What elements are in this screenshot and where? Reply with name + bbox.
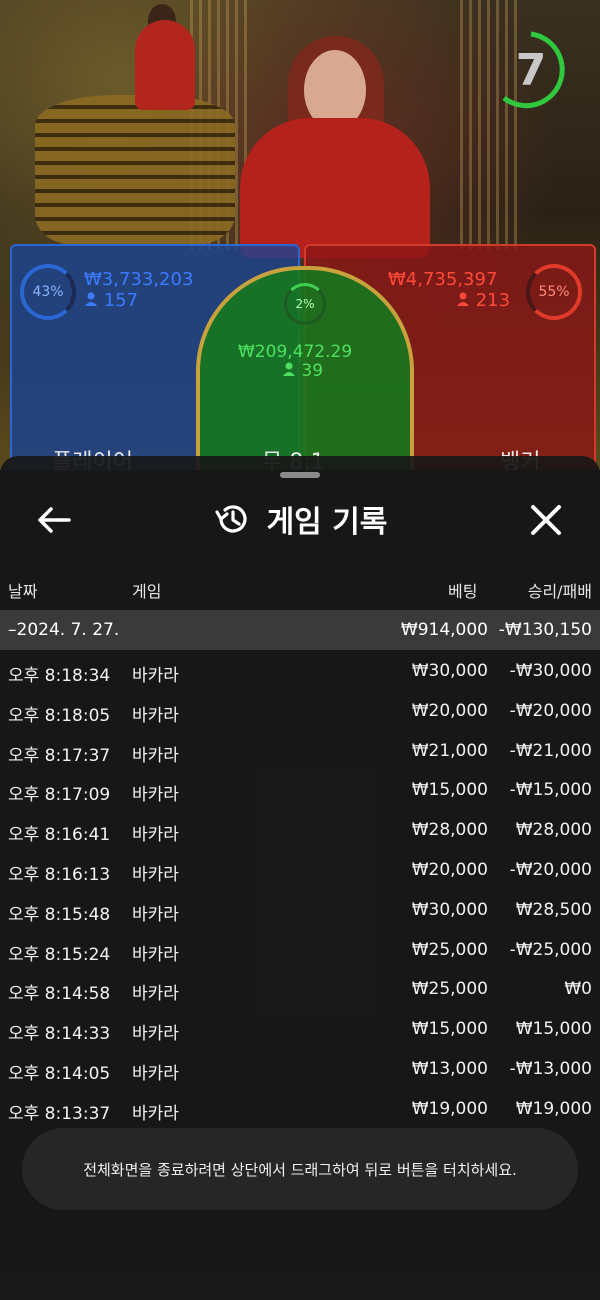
row-result: -₩13,000 [509,1058,592,1079]
tie-percent: 2% [284,283,326,325]
row-time: 오후 8:15:48 [8,904,111,925]
row-bet: ₩25,000 [411,979,488,1000]
banker-count: 213 [456,290,510,311]
column-header-result[interactable]: 승리/패배 [528,578,592,602]
row-time: 오후 8:13:37 [8,1103,111,1124]
banker-count-value: 213 [475,290,511,311]
row-result: -₩30,000 [509,661,592,681]
row-time: 오후 8:15:24 [8,944,111,965]
history-row[interactable]: 오후 8:14:33 바카라 ₩15,000 ₩15,000 [0,1010,600,1050]
row-time: 오후 8:17:09 [8,785,111,806]
row-bet: ₩13,000 [411,1058,488,1079]
player-amount: ₩3,733,203 [84,269,194,290]
row-bet: ₩28,000 [411,820,488,841]
column-header-bet[interactable]: 베팅 [448,578,477,602]
history-row[interactable]: 오후 8:16:41 바카라 ₩28,000 ₩28,000 [0,811,600,851]
countdown-timer: 7 [494,28,568,112]
row-time: 오후 8:18:34 [8,666,111,686]
column-header-date[interactable]: 날짜 [8,578,37,602]
row-bet: ₩19,000 [411,1098,488,1119]
history-row[interactable]: 오후 8:17:37 바카라 ₩21,000 -₩21,000 [0,732,600,772]
row-game: 바카라 [132,864,179,885]
row-game: 바카라 [132,1063,179,1084]
date-group-row[interactable]: –2024. 7. 27. ₩914,000 -₩130,150 [0,610,600,650]
row-time: 오후 8:16:41 [8,825,111,846]
row-result: -₩20,000 [509,700,592,721]
row-bet: ₩25,000 [411,939,488,960]
history-row[interactable]: 오후 8:15:48 바카라 ₩30,000 ₩28,500 [0,891,600,931]
history-list: 오후 8:18:34 바카라 ₩30,000 -₩30,000 오후 8:18:… [0,652,600,1130]
row-bet: ₩20,000 [411,859,488,880]
history-row[interactable]: 오후 8:17:09 바카라 ₩15,000 -₩15,000 [0,771,600,811]
group-total-result: -₩130,150 [498,620,592,640]
row-result: ₩0 [564,979,592,1000]
user-icon [85,292,97,306]
row-bet: ₩15,000 [411,780,488,801]
row-time: 오후 8:16:13 [8,864,111,885]
player-count: 157 [84,290,138,311]
history-row[interactable]: 오후 8:15:24 바카라 ₩25,000 -₩25,000 [0,931,600,971]
drag-handle[interactable] [280,472,320,478]
player-count-value: 157 [103,290,139,311]
row-game: 바카라 [132,745,179,766]
row-time: 오후 8:14:05 [8,1063,111,1084]
toast-message: 전체화면을 종료하려면 상단에서 드래그하여 뒤로 버튼을 터치하세요. [83,1160,517,1179]
row-result: ₩15,000 [515,1019,592,1040]
row-game: 바카라 [132,825,179,846]
history-row[interactable]: 오후 8:16:13 바카라 ₩20,000 -₩20,000 [0,851,600,891]
row-result: -₩21,000 [509,740,592,761]
row-result: -₩15,000 [509,780,592,801]
fullscreen-toast: 전체화면을 종료하려면 상단에서 드래그하여 뒤로 버튼을 터치하세요. [22,1128,578,1210]
banker-percent: 55% [526,264,582,320]
row-result: -₩25,000 [509,939,592,960]
row-bet: ₩30,000 [411,899,488,920]
row-game: 바카라 [132,904,179,925]
row-time: 오후 8:14:58 [8,984,111,1005]
banker-amount: ₩4,735,397 [388,269,498,290]
user-icon [283,362,295,376]
row-result: -₩20,000 [509,859,592,880]
history-row[interactable]: 오후 8:18:34 바카라 ₩30,000 -₩30,000 [0,652,600,692]
close-button[interactable] [524,498,568,542]
row-game: 바카라 [132,705,179,726]
row-result: ₩28,000 [515,820,592,841]
row-time: 오후 8:14:33 [8,1024,111,1045]
row-game: 바카라 [132,1103,179,1124]
row-game: 바카라 [132,944,179,965]
row-game: 바카라 [132,1024,179,1045]
background-table [35,95,235,245]
row-result: ₩19,000 [515,1098,592,1119]
tie-amount: ₩209,472.29 [238,342,353,362]
row-result: ₩28,500 [515,899,592,920]
row-game: 바카라 [132,785,179,806]
column-header-game[interactable]: 게임 [132,578,161,602]
sheet-title: 게임 기록 [266,505,388,540]
timer-value: 7 [515,44,547,96]
row-bet: ₩21,000 [411,740,488,761]
tie-count-value: 39 [301,361,324,381]
sheet-header: 게임 기록 [0,494,600,544]
history-icon [214,505,247,533]
dealer [240,118,430,258]
group-date: –2024. 7. 27. [8,620,120,640]
close-icon [531,505,561,535]
player-percent: 43% [20,264,76,320]
row-bet: ₩20,000 [411,700,488,721]
row-bet: ₩15,000 [411,1019,488,1040]
row-bet: ₩30,000 [411,661,488,681]
history-row[interactable]: 오후 8:14:05 바카라 ₩13,000 -₩13,000 [0,1050,600,1090]
user-icon [457,292,469,306]
group-total-bet: ₩914,000 [400,620,488,640]
row-time: 오후 8:17:37 [8,745,111,766]
history-row[interactable]: 오후 8:18:05 바카라 ₩20,000 -₩20,000 [0,692,600,732]
row-game: 바카라 [132,666,179,686]
row-time: 오후 8:18:05 [8,705,111,726]
history-row[interactable]: 오후 8:14:58 바카라 ₩25,000 ₩0 [0,970,600,1010]
history-row[interactable]: 오후 8:13:37 바카라 ₩19,000 ₩19,000 [0,1090,600,1130]
tie-count: 39 [282,361,323,381]
background-dealer [135,20,195,110]
row-game: 바카라 [132,984,179,1005]
